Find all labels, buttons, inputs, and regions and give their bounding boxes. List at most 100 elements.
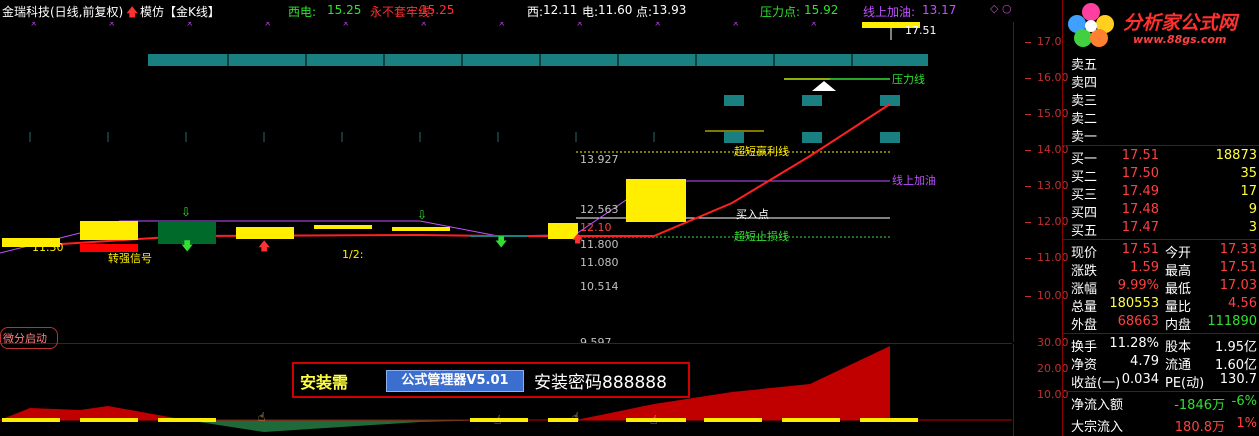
yellow-bar <box>2 418 60 422</box>
marker-x: × <box>30 22 38 29</box>
fund-label: 流通 <box>1165 358 1192 373</box>
stock-title: 金瑞科技(日线,前复权) <box>2 5 124 19</box>
stat-label: 内盘 <box>1165 318 1192 333</box>
bid-label: 买二 <box>1071 170 1098 185</box>
ask-row: 卖二 <box>1063 108 1259 127</box>
ask-row: 卖三 <box>1063 90 1259 109</box>
bid-volume: 35 <box>1240 166 1257 181</box>
flow-value: -1846万 <box>1174 398 1225 413</box>
marker-x: × <box>108 22 116 29</box>
low-value-label: 11.30 <box>32 241 64 254</box>
stat-value: 180553 <box>1109 296 1159 311</box>
divider <box>1063 145 1259 146</box>
hand-icon: ☝ <box>650 413 657 427</box>
install-password: 安装密码888888 <box>534 373 667 393</box>
stat-row: 外盘 68663 内盘 111890 <box>1063 314 1259 333</box>
down-arrow-icon: ⇩ <box>181 205 191 219</box>
down-arrow-icon: 🡇 <box>495 235 507 249</box>
pressure-value: 15.92 <box>804 3 839 17</box>
add-oil-line-label: 线上加油 <box>892 173 936 187</box>
xi-label: 西: <box>527 5 544 19</box>
marker-x: × <box>654 22 662 29</box>
teal-band <box>148 54 928 66</box>
bid-volume: 3 <box>1248 220 1257 235</box>
ask-label: 卖一 <box>1071 130 1098 145</box>
bid-volume: 9 <box>1248 202 1257 217</box>
stat-value: 17.03 <box>1219 278 1257 293</box>
ask-row: 卖一 <box>1063 126 1259 145</box>
fund-row: 净资 4.79 流通 1.60亿 <box>1063 354 1259 373</box>
teal-box <box>802 95 822 106</box>
price-level: 12.563 <box>580 203 619 216</box>
candle-signal <box>80 244 138 252</box>
indicator-name[interactable]: 模仿【金K线】 <box>140 3 220 20</box>
stop-line-label: 超短止损线 <box>734 229 789 243</box>
close-icon[interactable]: ○ <box>1002 2 1012 15</box>
strong-signal-label: 转强信号 <box>108 251 152 265</box>
bid-row: 买二 17.50 35 <box>1063 166 1259 185</box>
hand-icon: ☝ <box>258 410 265 424</box>
fund-value: 11.28% <box>1109 336 1159 351</box>
flow-pct: 1% <box>1236 416 1257 431</box>
flow-pct: -6% <box>1231 394 1257 409</box>
teal-box <box>880 132 900 143</box>
sub-axis: 30.00 20.00 10.00 <box>1013 336 1069 436</box>
teal-box <box>724 95 744 106</box>
fund-value: 130.7 <box>1219 372 1257 387</box>
fund-row: 收益(一) 0.034 PE(动) 130.7 <box>1063 372 1259 391</box>
bid-label: 买三 <box>1071 188 1098 203</box>
teal-box <box>724 132 744 143</box>
flow-value: 180.8万 <box>1174 420 1225 435</box>
ask-label: 卖五 <box>1071 58 1098 73</box>
yellow-bar <box>860 418 918 422</box>
point-value: 13.93 <box>652 3 687 17</box>
stat-label: 涨跌 <box>1071 264 1098 279</box>
indicator-header: 金瑞科技(日线,前复权) 🡅 模仿【金K线】 西电: 15.25 永不套牢线: … <box>0 0 1012 22</box>
ask-label: 卖四 <box>1071 76 1098 91</box>
stop-value: 15.25 <box>420 3 455 17</box>
formula-manager-button[interactable]: 公式管理器V5.01 <box>386 370 524 392</box>
stat-value: 111890 <box>1207 314 1257 329</box>
divider <box>1063 239 1259 240</box>
profit-line-label: 超短赢利线 <box>734 144 789 158</box>
candle <box>236 227 294 239</box>
bid-price: 17.47 <box>1121 220 1159 235</box>
dian-label: 电: <box>582 5 599 19</box>
marker-x: × <box>342 22 350 29</box>
pressure-label: 压力点: <box>760 5 801 19</box>
stat-label: 最高 <box>1165 264 1192 279</box>
down-arrow-icon: 🡇 <box>181 239 193 253</box>
bid-label: 买五 <box>1071 224 1098 239</box>
stat-label: 最低 <box>1165 282 1192 297</box>
stat-value: 17.51 <box>1121 242 1159 257</box>
price-level: 11.800 <box>580 238 619 251</box>
restore-icon[interactable]: ◇ <box>990 2 998 15</box>
candle-big <box>626 179 686 222</box>
marker-x: × <box>576 22 584 29</box>
marker-x: × <box>498 22 506 29</box>
marker-x: × <box>810 22 818 29</box>
ask-label: 卖二 <box>1071 112 1098 127</box>
white-triangle-icon <box>812 81 836 91</box>
add-oil-value: 13.17 <box>922 3 957 17</box>
divider <box>1063 333 1259 334</box>
panel-separator <box>1062 0 1063 436</box>
xidian-value: 15.25 <box>327 3 362 17</box>
stat-label: 涨幅 <box>1071 282 1098 297</box>
main-chart[interactable]: ×× ×× ×× ×× ×× ×× <box>0 22 1012 344</box>
yellow-bar <box>80 418 138 422</box>
marker-x: × <box>420 22 428 29</box>
stat-value: 68663 <box>1117 314 1159 329</box>
bid-label: 买一 <box>1071 152 1098 167</box>
stat-value: 17.51 <box>1219 260 1257 275</box>
xidian-label: 西电: <box>288 5 317 19</box>
fund-label: 股本 <box>1165 340 1192 355</box>
stat-label: 总量 <box>1071 300 1098 315</box>
site-logo: 分析家公式网 www.88gs.com <box>1063 0 1259 52</box>
stat-value: 17.33 <box>1219 242 1257 257</box>
price-level: 11.080 <box>580 256 619 269</box>
hand-icon: ☝ <box>494 413 501 427</box>
teal-box <box>802 132 822 143</box>
price-axis: 17.00 16.00 15.00 14.00 13.00 12.00 11.0… <box>1013 22 1069 342</box>
bid-row: 买五 17.47 3 <box>1063 220 1259 239</box>
